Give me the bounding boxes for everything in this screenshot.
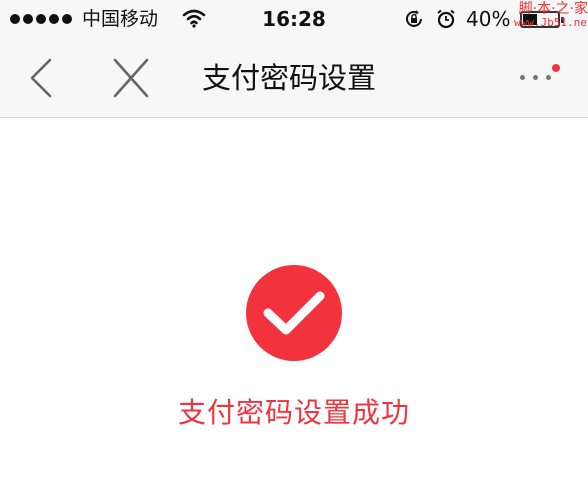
site-watermark: 脚·本·之·家 www.Jb51.net: [514, 2, 588, 38]
navigation-bar: 支付密码设置: [0, 38, 588, 118]
alarm-icon: [437, 9, 455, 29]
rotation-lock-icon: [406, 10, 422, 27]
close-x-icon[interactable]: [108, 56, 154, 100]
status-bar: 中国移动 16:28 40% 脚·本·之·家 www.Jb51.net: [0, 0, 588, 38]
page-title: 支付密码设置: [202, 61, 377, 95]
notification-badge: [552, 64, 560, 72]
payment-password-success-screen: 中国移动 16:28 40% 脚·本·之·家 www.Jb51.net 支付密码…: [0, 0, 588, 500]
watermark-line1: 脚·本·之·家: [518, 1, 588, 17]
success-message: 支付密码设置成功: [177, 396, 410, 429]
back-chevron-icon[interactable]: [22, 56, 62, 100]
battery-percent: 40%: [466, 7, 511, 31]
check-circle-icon: [246, 265, 342, 361]
main-content: 支付密码设置成功: [0, 119, 588, 500]
more-dots-icon[interactable]: [514, 60, 566, 96]
watermark-line2: www.Jb51.net: [514, 16, 588, 29]
